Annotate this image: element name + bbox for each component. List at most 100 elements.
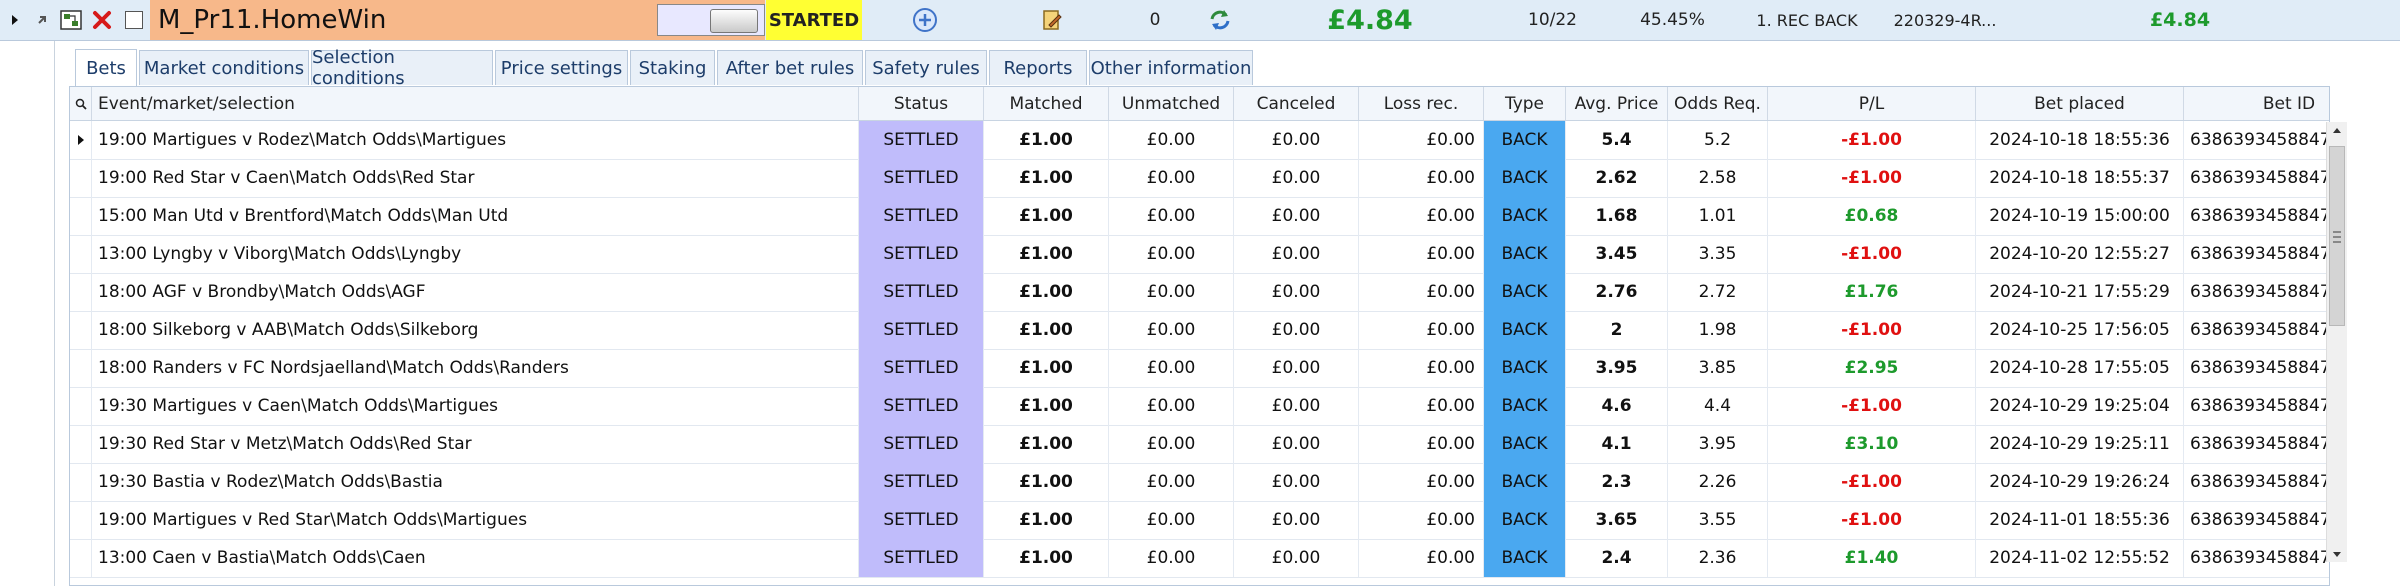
cell-pl: -£1.00 xyxy=(1768,235,1976,273)
row-indicator[interactable] xyxy=(70,197,92,235)
tab-selection-conditions[interactable]: Selection conditions xyxy=(311,47,493,89)
delete-x-icon[interactable] xyxy=(88,0,116,40)
tab-staking[interactable]: Staking xyxy=(630,50,715,85)
cell-betid: 638639345884744850 xyxy=(2184,273,2329,311)
cell-status: SETTLED xyxy=(859,235,984,273)
cell-loss: £0.00 xyxy=(1359,235,1484,273)
cell-loss: £0.00 xyxy=(1359,311,1484,349)
table-row[interactable]: 18:00 AGF v Brondby\Match Odds\AGF SETTLE… xyxy=(70,273,2329,312)
vertical-scrollbar[interactable] xyxy=(2326,122,2347,562)
tab-after-bet-rules[interactable]: After bet rules xyxy=(717,50,863,85)
table-row[interactable]: 19:30 Martigues v Caen\Match Odds\Martig… xyxy=(70,387,2329,426)
status-badge: STARTED xyxy=(766,0,862,40)
refresh-icon[interactable] xyxy=(1200,0,1240,40)
strategy-header-row[interactable]: M_Pr11.HomeWin STARTED 0 £4.84 10/22 45.… xyxy=(0,0,2400,41)
tab-safety-rules[interactable]: Safety rules xyxy=(865,50,987,85)
col-pl[interactable]: P/L xyxy=(1768,87,1976,120)
total-profit: £4.84 xyxy=(1327,4,1413,36)
table-row[interactable]: 13:00 Caen v Bastia\Match Odds\Caen SETTL… xyxy=(70,539,2329,578)
row-indicator[interactable] xyxy=(70,311,92,349)
cell-canceled: £0.00 xyxy=(1234,463,1359,501)
table-row[interactable]: 19:00 Martigues v Red Star\Match Odds\Ma… xyxy=(70,501,2329,540)
cell-avg: 3.95 xyxy=(1566,349,1668,387)
cell-loss: £0.00 xyxy=(1359,463,1484,501)
current-row-indicator-icon[interactable] xyxy=(70,121,92,159)
checkbox[interactable] xyxy=(122,0,146,40)
cell-pl: £0.68 xyxy=(1768,197,1976,235)
tab-market-conditions[interactable]: Market conditions xyxy=(139,50,309,85)
tab-other-information[interactable]: Other information xyxy=(1089,50,1253,85)
plus-circle-icon[interactable] xyxy=(905,0,945,40)
table-row[interactable]: 19:00 Martigues v Rodez\Match Odds\Marti… xyxy=(70,121,2329,160)
table-row[interactable]: 19:00 Red Star v Caen\Match Odds\Red Sta… xyxy=(70,159,2329,198)
cell-status: SETTLED xyxy=(859,539,984,577)
col-loss-rec[interactable]: Loss rec. xyxy=(1359,87,1484,120)
cell-placed: 2024-11-01 18:55:36 xyxy=(1976,501,2184,539)
row-indicator[interactable] xyxy=(70,273,92,311)
col-unmatched[interactable]: Unmatched xyxy=(1109,87,1234,120)
cell-event: 18:00 Silkeborg v AAB\Match Odds\Silkebo… xyxy=(92,311,859,349)
cell-loss: £0.00 xyxy=(1359,121,1484,159)
cell-pl: -£1.00 xyxy=(1768,463,1976,501)
col-odds-req[interactable]: Odds Req. xyxy=(1668,87,1768,120)
cell-unmatched: £0.00 xyxy=(1109,349,1234,387)
cell-pl: -£1.00 xyxy=(1768,387,1976,425)
row-indicator[interactable] xyxy=(70,501,92,539)
cell-betid: 638639345884745416 xyxy=(2184,539,2329,577)
tree-gutter xyxy=(0,41,68,586)
scroll-thumb[interactable] xyxy=(2329,146,2345,326)
row-indicator[interactable] xyxy=(70,425,92,463)
cell-canceled: £0.00 xyxy=(1234,349,1359,387)
strategy-icon[interactable] xyxy=(56,0,86,40)
tab-price-settings[interactable]: Price settings xyxy=(495,50,628,85)
cell-placed: 2024-10-29 19:25:11 xyxy=(1976,425,2184,463)
col-event[interactable]: Event/market/selection xyxy=(92,87,859,120)
col-avg-price[interactable]: Avg. Price xyxy=(1566,87,1668,120)
row-indicator[interactable] xyxy=(70,463,92,501)
col-type[interactable]: Type xyxy=(1484,87,1566,120)
table-row[interactable]: 19:30 Red Star v Metz\Match Odds\Red Sta… xyxy=(70,425,2329,464)
cell-event: 19:00 Red Star v Caen\Match Odds\Red Sta… xyxy=(92,159,859,197)
table-row[interactable]: 18:00 Silkeborg v AAB\Match Odds\Silkebo… xyxy=(70,311,2329,350)
table-row[interactable]: 13:00 Lyngby v Viborg\Match Odds\Lyngby S… xyxy=(70,235,2329,274)
row-indicator[interactable] xyxy=(70,235,92,273)
win-percent: 45.45% xyxy=(1640,10,1705,30)
cell-matched: £1.00 xyxy=(984,501,1109,539)
cell-canceled: £0.00 xyxy=(1234,121,1359,159)
cell-status: SETTLED xyxy=(859,387,984,425)
cell-loss: £0.00 xyxy=(1359,425,1484,463)
cell-canceled: £0.00 xyxy=(1234,273,1359,311)
row-indicator[interactable] xyxy=(70,159,92,197)
cell-matched: £1.00 xyxy=(984,121,1109,159)
scroll-up-icon[interactable] xyxy=(2331,121,2343,140)
cell-placed: 2024-11-02 12:55:52 xyxy=(1976,539,2184,577)
cell-loss: £0.00 xyxy=(1359,197,1484,235)
col-matched[interactable]: Matched xyxy=(984,87,1109,120)
cell-event: 18:00 Randers v FC Nordsjaelland\Match O… xyxy=(92,349,859,387)
row-selector-arrow-icon[interactable] xyxy=(30,0,54,40)
row-indicator[interactable] xyxy=(70,539,92,577)
cell-odds: 2.58 xyxy=(1668,159,1768,197)
col-bet-placed[interactable]: Bet placed xyxy=(1976,87,2184,120)
cell-unmatched: £0.00 xyxy=(1109,197,1234,235)
tab-bets[interactable]: Bets xyxy=(75,49,137,86)
scroll-down-icon[interactable] xyxy=(2331,546,2343,565)
table-row[interactable]: 18:00 Randers v FC Nordsjaelland\Match O… xyxy=(70,349,2329,388)
expand-arrow-icon[interactable] xyxy=(0,0,30,40)
col-bet-id[interactable]: Bet ID xyxy=(2184,87,2329,120)
cell-loss: £0.00 xyxy=(1359,387,1484,425)
col-canceled[interactable]: Canceled xyxy=(1234,87,1359,120)
search-icon[interactable] xyxy=(70,87,92,120)
cell-canceled: £0.00 xyxy=(1234,311,1359,349)
row-indicator[interactable] xyxy=(70,349,92,387)
row-indicator[interactable] xyxy=(70,387,92,425)
table-row[interactable]: 15:00 Man Utd v Brentford\Match Odds\Man… xyxy=(70,197,2329,236)
tab-reports[interactable]: Reports xyxy=(989,50,1087,85)
table-row[interactable]: 19:30 Bastia v Rodez\Match Odds\Bastia SE… xyxy=(70,463,2329,502)
recommendation: 1. REC BACK xyxy=(1756,10,1858,30)
toggle-switch[interactable] xyxy=(656,0,766,40)
col-status[interactable]: Status xyxy=(859,87,984,120)
cell-type: BACK xyxy=(1484,539,1566,577)
cell-avg: 2.3 xyxy=(1566,463,1668,501)
edit-note-icon[interactable] xyxy=(1032,0,1072,40)
